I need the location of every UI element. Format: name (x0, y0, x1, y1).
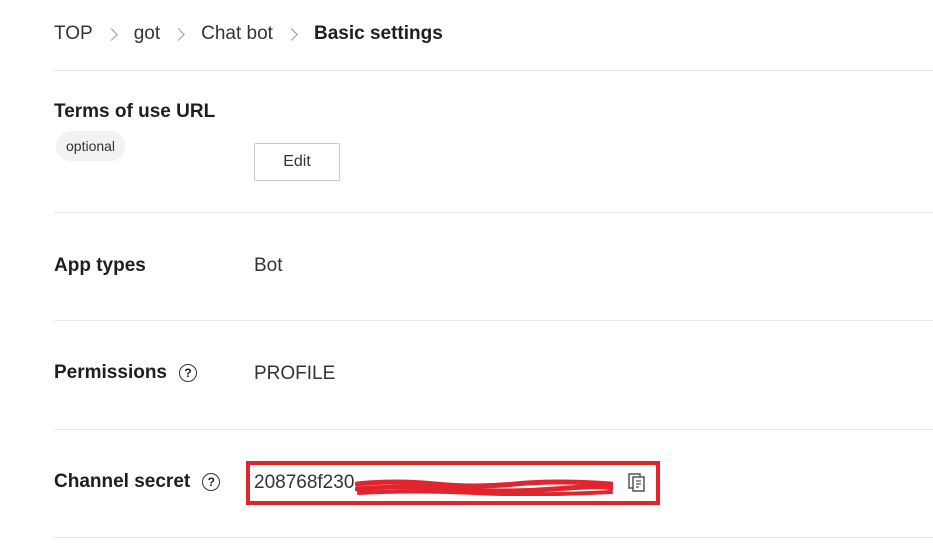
chevron-right-icon (172, 27, 186, 41)
chevron-right-icon (104, 27, 118, 41)
help-icon[interactable]: ? (202, 473, 221, 491)
divider (54, 320, 933, 321)
optional-badge: optional (56, 131, 126, 161)
basic-settings-page: TOP got Chat bot Basic settings Terms of… (0, 0, 933, 547)
breadcrumb-provider[interactable]: got (134, 23, 160, 45)
divider (54, 70, 933, 71)
app-types-value: Bot (254, 255, 283, 276)
help-icon[interactable]: ? (179, 364, 197, 382)
breadcrumb-channel[interactable]: Chat bot (201, 23, 273, 45)
breadcrumb-top[interactable]: TOP (54, 23, 93, 45)
breadcrumb: TOP got Chat bot Basic settings (54, 20, 443, 48)
permissions-row-label: Permissions ? (54, 362, 197, 384)
permissions-label: Permissions (54, 362, 167, 383)
permissions-value: PROFILE (254, 363, 336, 384)
chevron-right-icon (285, 27, 298, 41)
divider (54, 212, 933, 213)
channel-secret-label: Channel secret (54, 471, 191, 492)
channel-secret-row-label: Channel secret ? (54, 471, 221, 493)
divider (54, 537, 933, 538)
breadcrumb-current: Basic settings (313, 23, 443, 44)
app-types-label: App types (54, 255, 146, 276)
highlight-box (246, 461, 660, 505)
edit-terms-button[interactable]: Edit (254, 143, 340, 181)
terms-of-use-label: Terms of use URL (54, 101, 216, 122)
divider (54, 429, 933, 430)
